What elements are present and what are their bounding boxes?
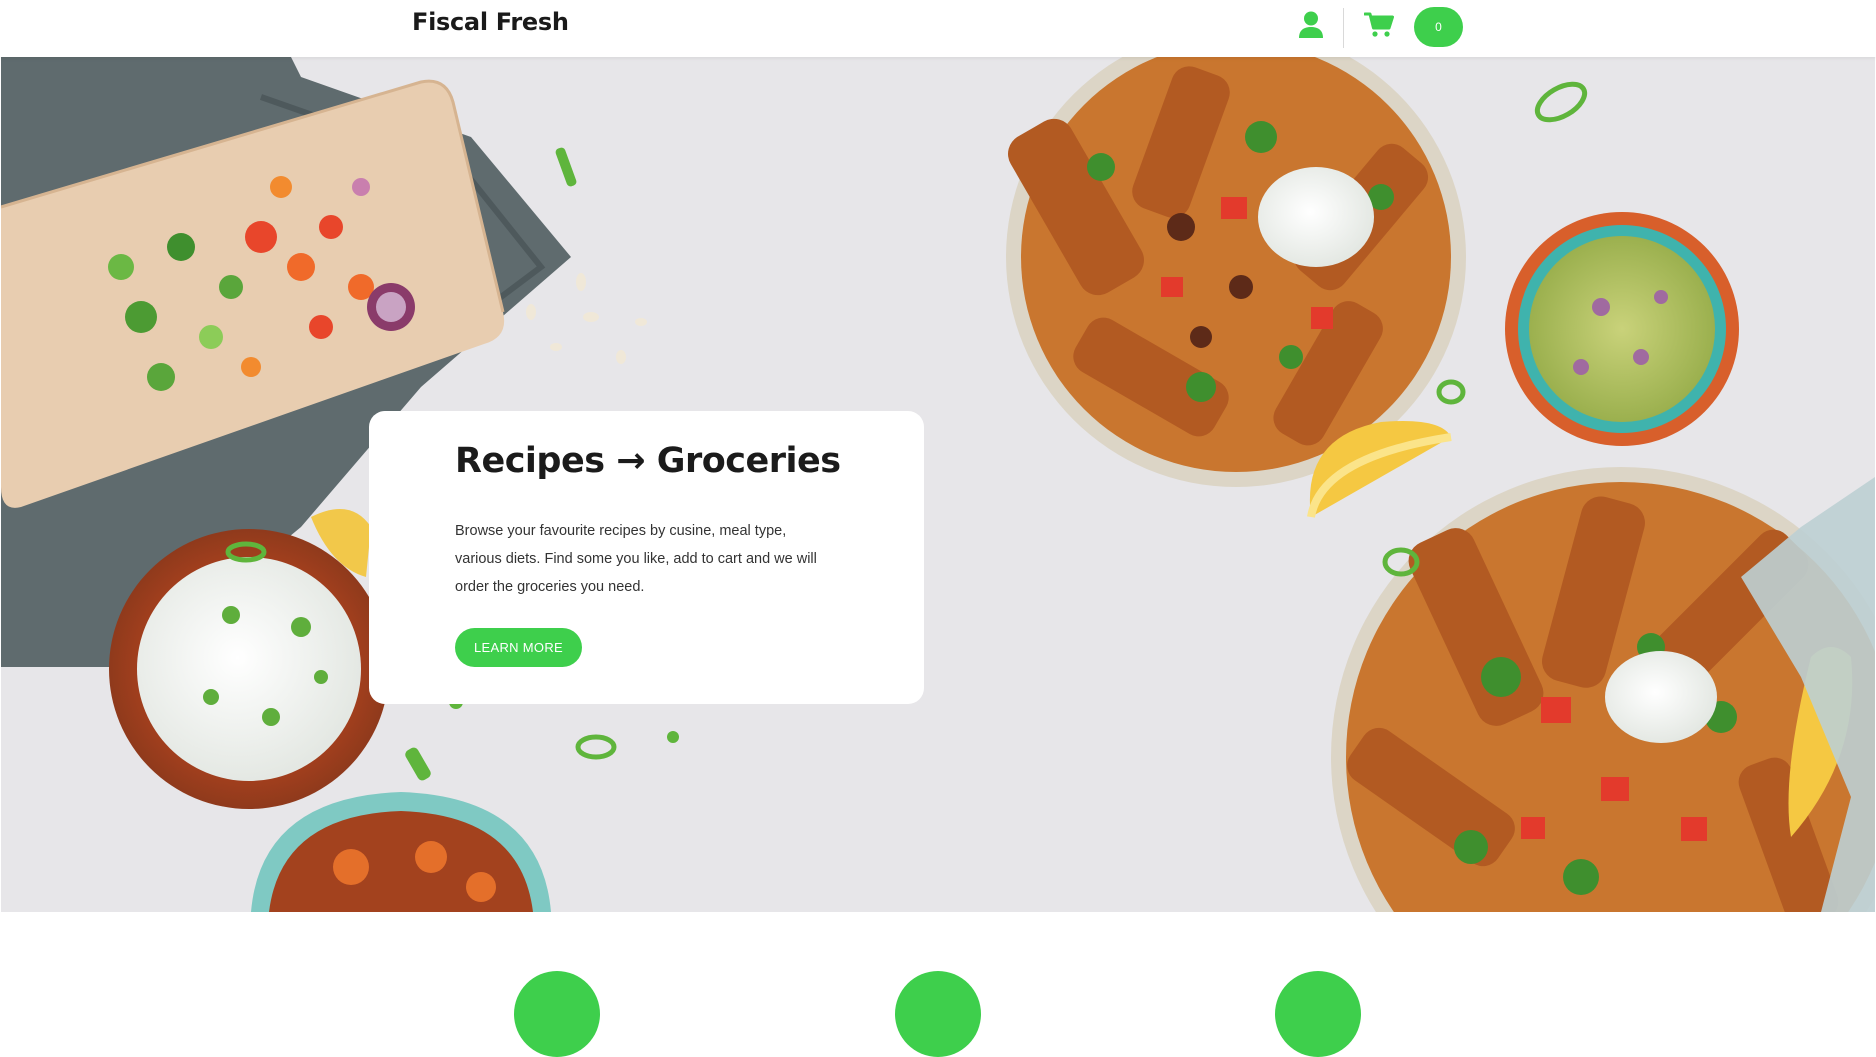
hero-food-photo [1,57,1875,912]
hero-title: Recipes → Groceries [455,441,841,481]
cart-count-badge[interactable]: 0 [1414,7,1463,47]
hero-banner: Recipes → Groceries Browse your favourit… [1,57,1875,912]
hero-card: Recipes → Groceries Browse your favourit… [369,411,924,704]
feature-icon-circle [514,971,600,1057]
brand-logo-link[interactable]: Fiscal Fresh [412,8,569,36]
feature-icon-circle [895,971,981,1057]
header-divider [1343,8,1344,48]
hero-description: Browse your favourite recipes by cusine,… [455,523,817,595]
learn-more-button[interactable]: LEARN MORE [455,628,582,667]
feature-icon-circle [1275,971,1361,1057]
user-icon[interactable] [1298,11,1324,39]
top-navigation-bar: Fiscal Fresh 0 [0,0,1876,57]
cart-icon[interactable] [1363,12,1394,38]
